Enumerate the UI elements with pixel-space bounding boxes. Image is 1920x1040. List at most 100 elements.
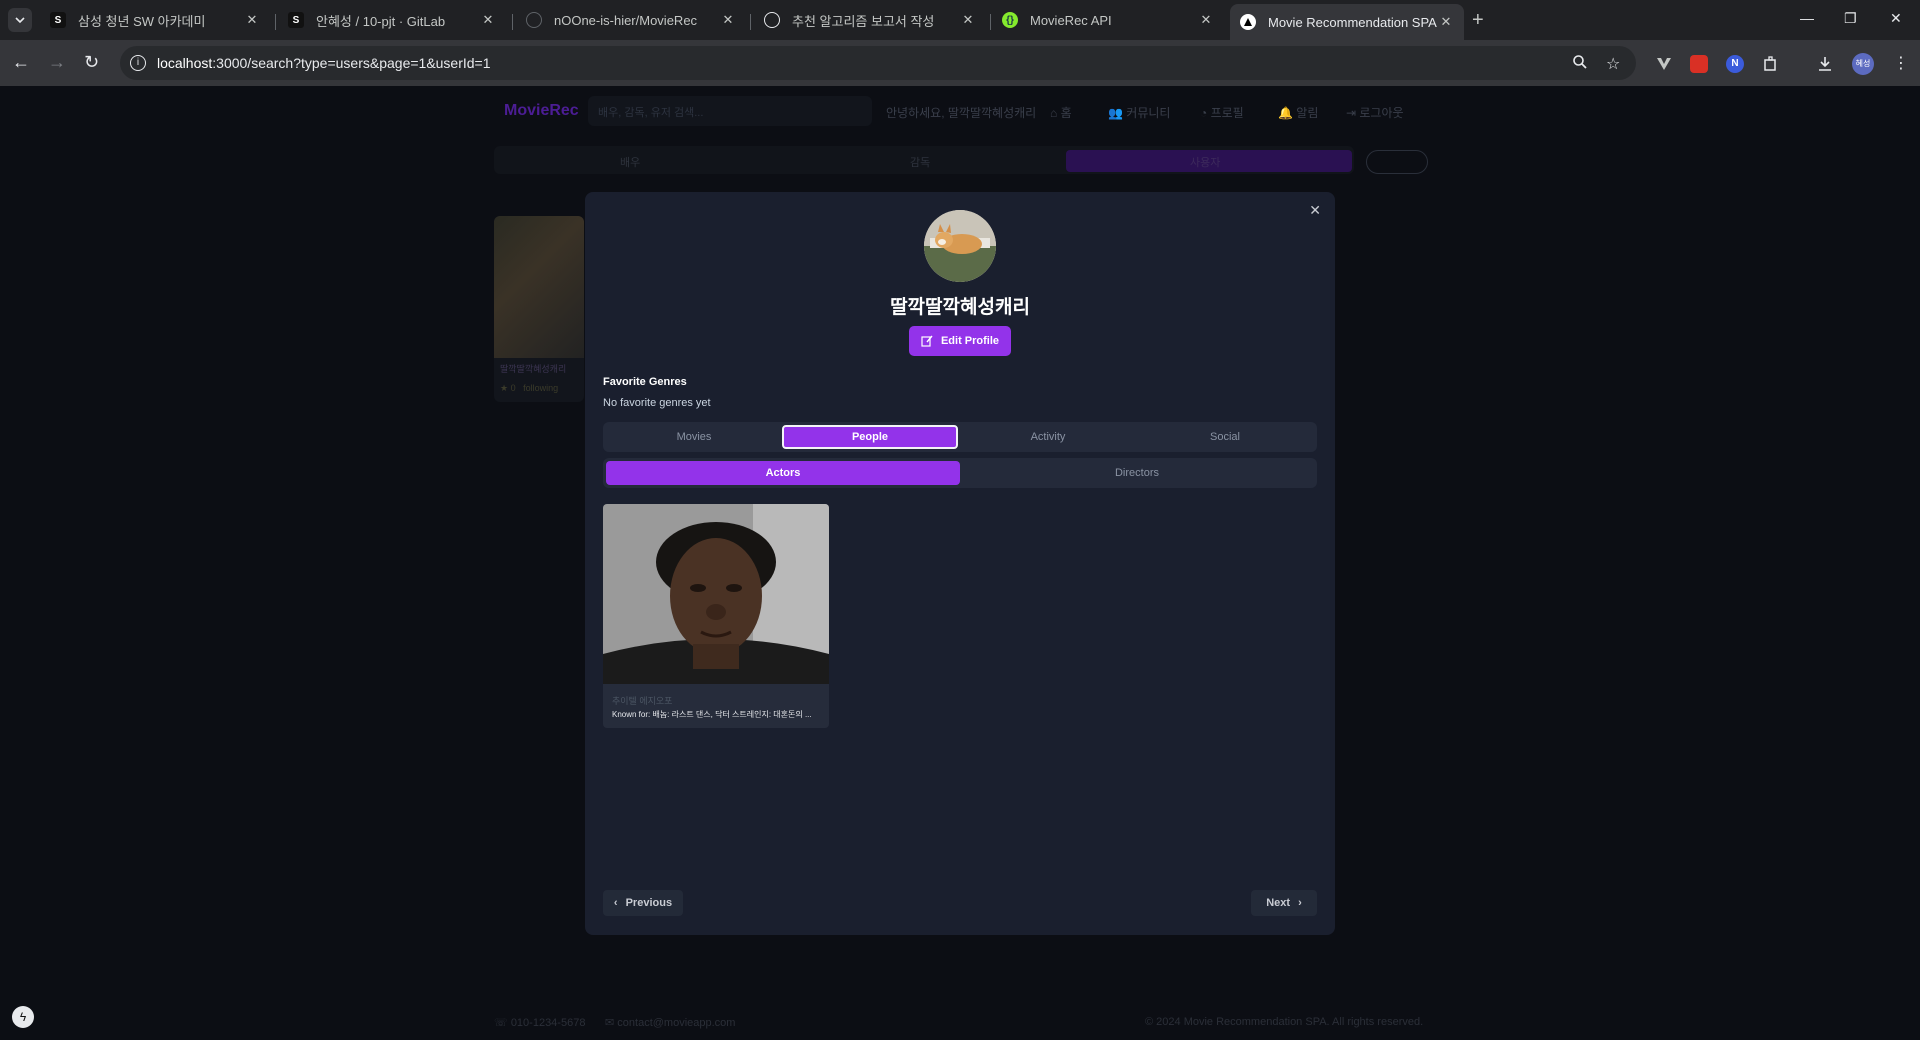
tab-title: nOOne-is-hier/MovieRec bbox=[554, 12, 698, 28]
profile-tabs: Movies People Activity Social bbox=[603, 422, 1317, 452]
avatar bbox=[924, 210, 996, 282]
subtab-directors[interactable]: Directors bbox=[960, 461, 1314, 485]
search-tab-users[interactable]: 사용자 bbox=[1190, 154, 1220, 170]
close-tab-icon[interactable]: ✕ bbox=[1198, 12, 1214, 28]
browser-tab-bar: S 삼성 청년 SW 아카데미 ✕ S 안혜성 / 10-pjt · GitLa… bbox=[0, 0, 1920, 40]
edit-profile-button[interactable]: Edit Profile bbox=[909, 326, 1011, 356]
ssafy-icon: S bbox=[50, 12, 66, 28]
actor-known-for: Known for: 배놈: 라스트 댄스, 닥터 스트레인지: 대혼돈의 ..… bbox=[612, 710, 812, 719]
greeting-text: 안녕하세요, 딸깍딸깍혜성캐리 bbox=[886, 106, 1037, 120]
footer-phone: ☏ 010-1234-5678 bbox=[494, 1017, 586, 1029]
actor-card[interactable]: 추이텔 에지오포 Known for: 배놈: 라스트 댄스, 닥터 스트레인지… bbox=[603, 504, 829, 728]
swagger-icon: {} bbox=[1002, 12, 1018, 28]
browser-tab[interactable]: S 안혜성 / 10-pjt · GitLab ✕ bbox=[278, 4, 506, 36]
browser-toolbar: ← → ↻ i localhost:3000/search?type=users… bbox=[0, 40, 1920, 86]
tab-separator bbox=[275, 14, 276, 30]
search-input[interactable]: 배우, 감독, 유저 검색... bbox=[588, 96, 872, 126]
close-tab-icon[interactable]: ✕ bbox=[480, 12, 496, 28]
close-tab-icon[interactable]: ✕ bbox=[720, 12, 736, 28]
site-info-icon[interactable]: i bbox=[130, 55, 146, 71]
edit-profile-label: Edit Profile bbox=[940, 335, 1000, 347]
vercel-icon bbox=[1240, 14, 1256, 30]
search-tab-actors[interactable]: 배우 bbox=[620, 154, 640, 170]
close-window-button[interactable]: ✕ bbox=[1890, 10, 1902, 27]
new-tab-button[interactable]: + bbox=[1472, 10, 1484, 30]
tab-separator bbox=[512, 14, 513, 30]
footer-email: ✉ contact@movieapp.com bbox=[605, 1017, 736, 1029]
next-page-button[interactable]: Next › bbox=[1251, 890, 1317, 916]
favorite-genres-empty-text: No favorite genres yet bbox=[603, 397, 711, 409]
footer-copyright: © 2024 Movie Recommendation SPA. All rig… bbox=[1145, 1016, 1424, 1028]
browser-tab[interactable]: 추천 알고리즘 보고서 작성 ✕ bbox=[754, 4, 986, 36]
nav-notifications[interactable]: 🔔 알림 bbox=[1278, 104, 1318, 121]
restore-button[interactable]: ❐ bbox=[1844, 10, 1857, 27]
browser-tab[interactable]: {} MovieRec API ✕ bbox=[992, 4, 1224, 36]
gitlab-icon: S bbox=[288, 12, 304, 28]
profile-username: 딸깍딸깍혜성캐리 bbox=[890, 297, 1030, 318]
screen-capture-extension-icon[interactable] bbox=[1690, 55, 1708, 73]
tab-people[interactable]: People bbox=[782, 425, 958, 449]
previous-page-button[interactable]: ‹ Previous bbox=[603, 890, 683, 916]
tab-movies[interactable]: Movies bbox=[606, 425, 782, 449]
browser-tab[interactable]: nOOne-is-hier/MovieRec ✕ bbox=[516, 4, 746, 36]
close-tab-icon[interactable]: ✕ bbox=[1438, 14, 1454, 30]
dog-photo-icon bbox=[924, 210, 996, 282]
sort-dropdown[interactable] bbox=[1366, 150, 1428, 174]
app-header: MovieRec 배우, 감독, 유저 검색... 안녕하세요, 딸깍딸깍혜성캐… bbox=[0, 86, 1920, 136]
chevron-right-icon: › bbox=[1298, 897, 1302, 909]
user-result-card[interactable]: 딸깍딸깍혜성캐리 ★ 0 following bbox=[494, 216, 584, 402]
user-card-image bbox=[494, 216, 584, 358]
back-arrow-icon[interactable]: ← bbox=[12, 53, 30, 71]
tab-separator bbox=[750, 14, 751, 30]
download-icon[interactable] bbox=[1816, 55, 1834, 73]
tab-search-button[interactable] bbox=[8, 8, 32, 32]
tab-title: 안혜성 / 10-pjt · GitLab bbox=[316, 13, 446, 29]
close-icon[interactable]: ✕ bbox=[1309, 202, 1321, 219]
app-logo[interactable]: MovieRec bbox=[504, 102, 579, 120]
browser-tab[interactable]: S 삼성 청년 SW 아카데미 ✕ bbox=[40, 4, 270, 36]
forward-arrow-icon[interactable]: → bbox=[48, 53, 66, 71]
github-icon bbox=[526, 12, 542, 28]
browser-tab-active[interactable]: Movie Recommendation SPA ✕ bbox=[1230, 4, 1464, 40]
next-label: Next bbox=[1266, 897, 1291, 909]
tab-activity[interactable]: Activity bbox=[960, 425, 1136, 449]
browser-menu-icon[interactable]: ⋮ bbox=[1893, 55, 1911, 73]
search-tab-directors[interactable]: 감독 bbox=[910, 154, 930, 170]
profile-avatar[interactable]: 혜성 bbox=[1852, 53, 1874, 75]
nav-community[interactable]: 👥 커뮤니티 bbox=[1108, 104, 1170, 121]
edit-icon bbox=[921, 335, 933, 347]
nav-home[interactable]: ⌂ 홈 bbox=[1050, 104, 1072, 121]
user-card-rating: ★ 0 following bbox=[500, 383, 559, 393]
previous-label: Previous bbox=[625, 897, 673, 909]
tab-title: 추천 알고리즘 보고서 작성 bbox=[792, 13, 935, 29]
favorite-genres-heading: Favorite Genres bbox=[603, 376, 687, 388]
tab-social[interactable]: Social bbox=[1137, 425, 1313, 449]
tab-separator bbox=[990, 14, 991, 30]
zoom-icon[interactable] bbox=[1572, 54, 1588, 75]
url-text[interactable]: localhost:3000/search?type=users&page=1&… bbox=[157, 55, 491, 71]
actor-name: 추이텔 에지오포 bbox=[612, 696, 673, 706]
address-bar[interactable]: i localhost:3000/search?type=users&page=… bbox=[120, 46, 1636, 80]
extensions-puzzle-icon[interactable] bbox=[1762, 55, 1780, 73]
vivaldi-extension-icon[interactable] bbox=[1655, 55, 1673, 73]
close-tab-icon[interactable]: ✕ bbox=[244, 12, 260, 28]
minimize-button[interactable]: — bbox=[1800, 10, 1814, 26]
nav-logout[interactable]: ⇥ 로그아웃 bbox=[1346, 104, 1404, 121]
user-card-name: 딸깍딸깍혜성캐리 bbox=[500, 364, 567, 374]
profile-modal: ✕ 딸깍딸깍혜성캐리 Edit Profile Favorite Genres … bbox=[585, 192, 1335, 935]
actor-photo bbox=[603, 504, 829, 684]
tab-title: MovieRec API bbox=[1030, 12, 1112, 28]
bookmark-star-icon[interactable]: ☆ bbox=[1606, 54, 1620, 74]
chatgpt-icon bbox=[764, 12, 780, 28]
chevron-left-icon: ‹ bbox=[613, 897, 618, 909]
reload-icon[interactable]: ↻ bbox=[84, 53, 99, 71]
subtab-actors[interactable]: Actors bbox=[606, 461, 960, 485]
people-subtabs: Actors Directors bbox=[603, 458, 1317, 488]
tab-title: Movie Recommendation SPA bbox=[1268, 14, 1437, 30]
nav-profile[interactable]: ◔ 프로필 bbox=[1200, 104, 1244, 121]
nextjs-devtools-icon[interactable]: ϟ bbox=[12, 1006, 34, 1028]
naver-extension-icon[interactable]: N bbox=[1726, 55, 1744, 73]
chevron-down-icon bbox=[15, 17, 25, 24]
tab-title: 삼성 청년 SW 아카데미 bbox=[78, 13, 206, 29]
close-tab-icon[interactable]: ✕ bbox=[960, 12, 976, 28]
